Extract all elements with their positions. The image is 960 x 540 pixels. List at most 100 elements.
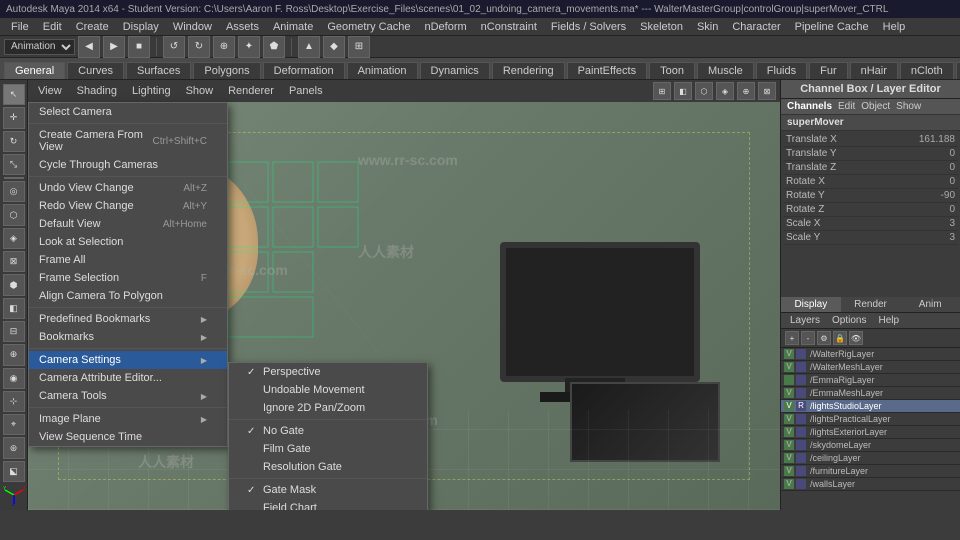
layer-ceiling[interactable]: V /ceilingLayer xyxy=(781,452,960,465)
vm-align-camera[interactable]: Align Camera To Polygon xyxy=(29,287,227,305)
tb-icon-1[interactable]: ◀ xyxy=(78,36,100,58)
tab-general[interactable]: General xyxy=(4,62,65,79)
select-tool[interactable]: ↖ xyxy=(3,84,25,105)
menu-file[interactable]: File xyxy=(4,20,36,34)
tab-custom[interactable]: Custom xyxy=(956,62,960,79)
tab-deformation[interactable]: Deformation xyxy=(263,62,345,79)
anim-mode-select[interactable]: Animation xyxy=(4,39,75,55)
vp-menu-view[interactable]: View xyxy=(32,84,68,98)
tab-muscle[interactable]: Muscle xyxy=(697,62,754,79)
channel-translate-x[interactable]: Translate X 161.188 xyxy=(783,133,958,147)
layer-emma-mesh[interactable]: V /EmmaMeshLayer xyxy=(781,387,960,400)
csm-perspective[interactable]: ✓ Perspective xyxy=(229,363,427,381)
menu-edit[interactable]: Edit xyxy=(36,20,69,34)
vm-select-camera[interactable]: Select Camera xyxy=(29,103,227,121)
menu-skeleton[interactable]: Skeleton xyxy=(633,20,690,34)
lt-tool11[interactable]: ⊹ xyxy=(3,391,25,412)
menu-create[interactable]: Create xyxy=(69,20,116,34)
scale-tool[interactable]: ⤡ xyxy=(3,154,25,175)
tab-dynamics[interactable]: Dynamics xyxy=(420,62,490,79)
rp-mode-display[interactable]: Display xyxy=(781,297,841,312)
tab-nhair[interactable]: nHair xyxy=(850,62,898,79)
vm-create-camera[interactable]: Create Camera From View Ctrl+Shift+C xyxy=(29,126,227,156)
vp-menu-shading[interactable]: Shading xyxy=(71,84,123,98)
menu-nconstraint[interactable]: nConstraint xyxy=(474,20,544,34)
vp-menu-renderer[interactable]: Renderer xyxy=(222,84,280,98)
tab-fluids[interactable]: Fluids xyxy=(756,62,807,79)
lt-tool14[interactable]: ⬕ xyxy=(3,461,25,482)
layer-delete-icon[interactable]: - xyxy=(801,331,815,345)
tb-icon-8[interactable]: ⬟ xyxy=(263,36,285,58)
csm-undoable-movement[interactable]: Undoable Movement xyxy=(229,381,427,399)
layer-walter-rig[interactable]: V /WalterRigLayer xyxy=(781,348,960,361)
tab-polygons[interactable]: Polygons xyxy=(193,62,260,79)
tb-icon-6[interactable]: ⊕ xyxy=(213,36,235,58)
menu-display[interactable]: Display xyxy=(116,20,166,34)
tab-fur[interactable]: Fur xyxy=(809,62,848,79)
move-tool[interactable]: ✛ xyxy=(3,107,25,128)
menu-window[interactable]: Window xyxy=(166,20,219,34)
menu-pipeline-cache[interactable]: Pipeline Cache xyxy=(788,20,876,34)
menu-animate[interactable]: Animate xyxy=(266,20,320,34)
vp-icon-1[interactable]: ⊞ xyxy=(653,82,671,100)
vp-menu-show[interactable]: Show xyxy=(180,84,220,98)
menu-geometry-cache[interactable]: Geometry Cache xyxy=(320,20,417,34)
channel-rotate-y[interactable]: Rotate Y -90 xyxy=(783,189,958,203)
layer-visible-icon[interactable]: 👁 xyxy=(849,331,863,345)
channel-scale-y[interactable]: Scale Y 3 xyxy=(783,231,958,245)
vp-icon-4[interactable]: ◈ xyxy=(716,82,734,100)
vm-camera-settings[interactable]: Camera Settings xyxy=(29,351,227,369)
rp-mode-anim[interactable]: Anim xyxy=(900,297,960,312)
vp-icon-5[interactable]: ⊕ xyxy=(737,82,755,100)
vm-camera-attribute-editor[interactable]: Camera Attribute Editor... xyxy=(29,369,227,387)
layer-skydome[interactable]: V /skydomeLayer xyxy=(781,439,960,452)
vm-frame-selection[interactable]: Frame Selection F xyxy=(29,269,227,287)
menu-assets[interactable]: Assets xyxy=(219,20,266,34)
csm-gate-mask[interactable]: ✓ Gate Mask xyxy=(229,481,427,499)
vm-camera-tools[interactable]: Camera Tools xyxy=(29,387,227,405)
csm-field-chart[interactable]: Field Chart xyxy=(229,499,427,510)
tb-icon-2[interactable]: ▶ xyxy=(103,36,125,58)
channel-rotate-x[interactable]: Rotate X 0 xyxy=(783,175,958,189)
lt-tool12[interactable]: ⌖ xyxy=(3,414,25,435)
lt-tool8[interactable]: ⊟ xyxy=(3,321,25,342)
vm-frame-all[interactable]: Frame All xyxy=(29,251,227,269)
tb-icon-4[interactable]: ↺ xyxy=(163,36,185,58)
menu-skin[interactable]: Skin xyxy=(690,20,725,34)
tb-icon-7[interactable]: ✦ xyxy=(238,36,260,58)
vm-undo-view[interactable]: Undo View Change Alt+Z xyxy=(29,179,227,197)
csm-ignore-2d[interactable]: Ignore 2D Pan/Zoom xyxy=(229,399,427,417)
vm-predefined-bookmarks[interactable]: Predefined Bookmarks xyxy=(29,310,227,328)
tab-toon[interactable]: Toon xyxy=(649,62,695,79)
channel-translate-z[interactable]: Translate Z 0 xyxy=(783,161,958,175)
viewport[interactable]: View Shading Lighting Show Renderer Pane… xyxy=(28,80,780,510)
tb-icon-11[interactable]: ⊞ xyxy=(348,36,370,58)
menu-ndeform[interactable]: nDeform xyxy=(417,20,473,34)
vm-cycle-cameras[interactable]: Cycle Through Cameras xyxy=(29,156,227,174)
channel-scale-x[interactable]: Scale X 3 xyxy=(783,217,958,231)
lt-tool4[interactable]: ◈ xyxy=(3,228,25,249)
rp-tab-edit[interactable]: Edit xyxy=(838,101,855,112)
layer-lights-practical[interactable]: V /lightsPracticalLayer xyxy=(781,413,960,426)
vm-redo-view[interactable]: Redo View Change Alt+Y xyxy=(29,197,227,215)
lt-tool13[interactable]: ⊛ xyxy=(3,437,25,458)
layer-opt-options[interactable]: Options xyxy=(826,314,872,327)
lt-tool6[interactable]: ⬢ xyxy=(3,274,25,295)
csm-resolution-gate[interactable]: Resolution Gate xyxy=(229,458,427,476)
layer-walter-mesh[interactable]: V /WalterMeshLayer xyxy=(781,361,960,374)
csm-no-gate[interactable]: ✓ No Gate xyxy=(229,422,427,440)
layer-lights-exterior[interactable]: V /lightsExteriorLayer xyxy=(781,426,960,439)
rotate-tool[interactable]: ↻ xyxy=(3,131,25,152)
vp-icon-3[interactable]: ⬡ xyxy=(695,82,713,100)
vm-default-view[interactable]: Default View Alt+Home xyxy=(29,215,227,233)
lt-tool3[interactable]: ⬡ xyxy=(3,204,25,225)
tab-painteffects[interactable]: PaintEffects xyxy=(567,62,648,79)
csm-film-gate[interactable]: Film Gate xyxy=(229,440,427,458)
tab-rendering[interactable]: Rendering xyxy=(492,62,565,79)
rp-tab-show[interactable]: Show xyxy=(896,101,921,112)
lt-tool9[interactable]: ⊕ xyxy=(3,344,25,365)
menu-fields[interactable]: Fields / Solvers xyxy=(544,20,633,34)
tab-animation[interactable]: Animation xyxy=(347,62,418,79)
layer-walls[interactable]: V /wallsLayer xyxy=(781,478,960,491)
tab-surfaces[interactable]: Surfaces xyxy=(126,62,191,79)
